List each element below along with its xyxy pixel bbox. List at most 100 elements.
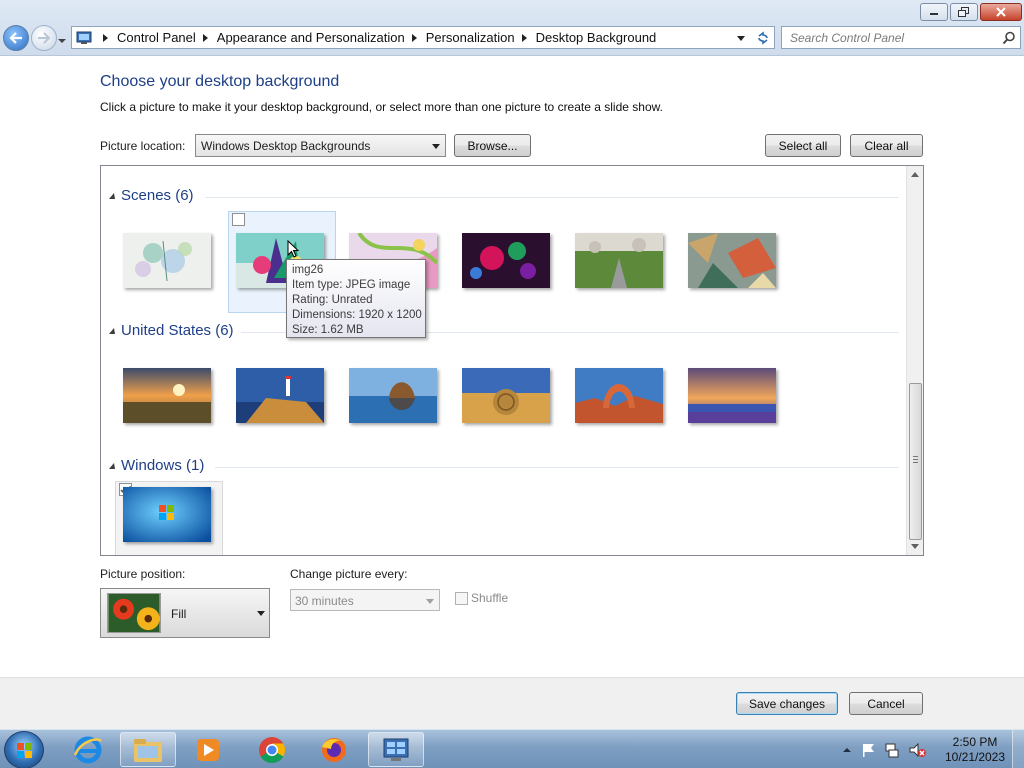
taskbar-media-player[interactable] [180,732,236,767]
wallpaper-thumbnail[interactable] [123,368,211,423]
media-player-icon [197,738,219,761]
collapse-icon [109,193,115,199]
refresh-icon [757,30,768,45]
wallpaper-thumbnail[interactable] [123,233,211,288]
tooltip-type: Item type: JPEG image [292,279,411,291]
vertical-scrollbar[interactable] [906,166,923,555]
minimize-icon [930,13,938,15]
chrome-icon [259,736,286,763]
forward-arrow-icon [38,32,51,44]
picture-position-label: Picture position: [100,567,186,581]
wallpaper-thumbnail[interactable] [575,233,663,288]
save-changes-button[interactable]: Save changes [736,692,838,715]
group-header-united-states[interactable]: United States (6) [109,322,234,339]
tooltip-dimensions: Dimensions: 1920 x 1200 [292,309,422,321]
breadcrumb-separator [202,33,208,42]
search-box[interactable] [781,26,1021,49]
back-arrow-icon [9,32,22,44]
volume-muted-icon[interactable] [908,742,926,758]
scroll-up-arrow-icon[interactable] [911,172,919,177]
cancel-button[interactable]: Cancel [849,692,923,715]
close-button[interactable] [980,3,1022,21]
chevron-down-icon [58,39,66,43]
group-header-scenes[interactable]: Scenes (6) [109,187,194,204]
back-button[interactable] [3,25,29,51]
control-panel-icon [76,31,92,44]
collapse-icon [109,328,115,334]
thumbnail-checkbox[interactable] [232,213,245,226]
close-icon [996,7,1006,17]
change-picture-select: 30 minutes [290,589,440,611]
action-center-flag-icon[interactable] [860,742,876,758]
breadcrumb-appearance[interactable]: Appearance and Personalization [217,30,405,45]
group-title: United States (6) [121,322,234,339]
recent-pages-button[interactable] [58,33,66,43]
scroll-down-arrow-icon[interactable] [911,544,919,549]
group-title: Scenes (6) [121,187,194,204]
clock-date: 10/21/2023 [944,750,1006,764]
wallpaper-thumbnail[interactable] [688,233,776,288]
taskbar: 2:50 PM 10/21/2023 [0,729,1024,768]
wallpaper-thumbnail[interactable] [462,233,550,288]
scrollbar-grip-icon [913,456,918,463]
picture-location-label: Picture location: [100,139,186,153]
wallpaper-thumbnail[interactable] [349,368,437,423]
breadcrumb-desktop-background[interactable]: Desktop Background [536,30,657,45]
search-icon[interactable] [1002,31,1016,45]
breadcrumb-separator [411,33,417,42]
minimize-button[interactable] [920,3,948,21]
wallpaper-thumbnail[interactable] [688,368,776,423]
collapse-icon [109,463,115,469]
taskbar-control-panel[interactable] [368,732,424,767]
address-dropdown-icon[interactable] [737,36,745,41]
search-input[interactable] [782,27,992,48]
group-title: Windows (1) [121,457,205,474]
chevron-down-icon [426,599,434,604]
show-desktop-button[interactable] [1012,730,1024,768]
wallpaper-thumbnail[interactable] [236,368,324,423]
system-tray [842,730,926,768]
picture-location-select[interactable]: Windows Desktop Backgrounds [195,134,446,157]
scrollbar-thumb[interactable] [909,383,922,540]
show-hidden-icons-icon[interactable] [842,745,852,755]
maximize-button[interactable] [950,3,978,21]
picture-location-value: Windows Desktop Backgrounds [201,139,371,153]
folder-icon [134,738,162,762]
taskbar-firefox[interactable] [306,732,362,767]
select-all-button[interactable]: Select all [765,134,841,157]
breadcrumb-control-panel[interactable]: Control Panel [117,30,196,45]
browse-button[interactable]: Browse... [454,134,531,157]
breadcrumb-separator [103,33,108,42]
group-header-windows[interactable]: Windows (1) [109,457,204,474]
control-panel-icon [383,738,409,761]
clear-all-button[interactable]: Clear all [850,134,923,157]
picture-gallery[interactable]: Scenes (6) United States (6) Windows (1) [100,165,924,556]
forward-button[interactable] [31,25,57,51]
picture-position-select[interactable]: Fill [100,588,270,638]
wallpaper-thumbnail[interactable] [462,368,550,423]
wallpaper-thumbnail-windows[interactable] [123,487,211,542]
start-button[interactable] [4,731,44,768]
breadcrumb-personalization[interactable]: Personalization [426,30,515,45]
shuffle-label: Shuffle [471,591,509,605]
tooltip-rating: Rating: Unrated [292,294,373,306]
taskbar-chrome[interactable] [244,732,300,767]
breadcrumb-separator [521,33,527,42]
picture-position-value: Fill [171,607,187,621]
firefox-icon [322,737,346,762]
refresh-button[interactable] [751,26,775,49]
windows-logo-icon [17,743,32,758]
page-title: Choose your desktop background [100,73,340,90]
network-icon[interactable] [884,742,900,758]
address-bar[interactable]: Control Panel Appearance and Personaliza… [71,26,752,49]
group-divider [215,467,899,468]
window-controls [920,3,1022,21]
taskbar-internet-explorer[interactable] [60,732,116,767]
group-divider [205,197,899,198]
change-picture-label: Change picture every: [290,567,408,581]
taskbar-clock[interactable]: 2:50 PM 10/21/2023 [940,735,1010,765]
change-picture-value: 30 minutes [295,594,354,608]
taskbar-windows-explorer[interactable] [120,732,176,767]
wallpaper-thumbnail[interactable] [575,368,663,423]
page-subtitle: Click a picture to make it your desktop … [100,100,663,114]
